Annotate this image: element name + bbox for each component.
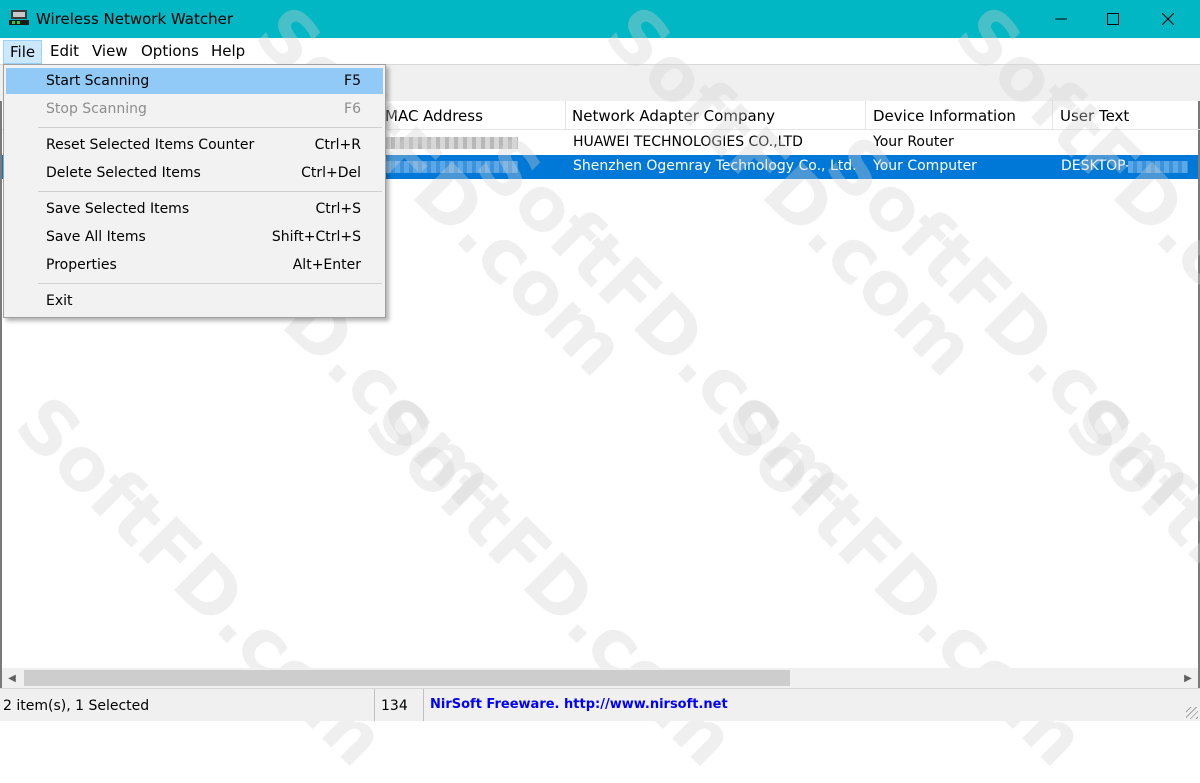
scroll-right-arrow-icon[interactable]: ▶: [1178, 668, 1198, 688]
minimize-button[interactable]: [1038, 0, 1084, 38]
status-segment: 2 item(s), 1 Selected: [0, 689, 375, 721]
minimize-icon: [1055, 18, 1067, 20]
menu-bar: File Edit View Options Help: [0, 38, 1200, 64]
window-title: Wireless Network Watcher: [36, 10, 234, 28]
title-bar: Wireless Network Watcher: [0, 0, 1200, 38]
company-cell: HUAWEI TECHNOLOGIES CO.,LTD: [573, 134, 803, 150]
column-separator[interactable]: [565, 101, 566, 129]
menu-item-exit[interactable]: Exit: [6, 288, 383, 314]
horizontal-scrollbar[interactable]: ◀ ▶: [0, 668, 1200, 688]
menu-item-shortcut: Ctrl+S: [315, 201, 361, 217]
column-header-company[interactable]: Network Adapter Company: [572, 107, 775, 125]
menu-item-label: Save All Items: [46, 229, 146, 245]
menu-item-reset-counter[interactable]: Reset Selected Items Counter Ctrl+R: [6, 132, 383, 158]
menu-options[interactable]: Options: [141, 42, 199, 60]
menu-item-delete-selected[interactable]: Delete Selected Items Ctrl+Del: [6, 160, 383, 186]
menu-item-label: Start Scanning: [46, 73, 150, 89]
close-button[interactable]: [1145, 0, 1191, 38]
menu-view[interactable]: View: [92, 42, 128, 60]
column-header-user-text[interactable]: User Text: [1060, 107, 1129, 125]
menu-separator: [38, 191, 382, 192]
status-segment: 134: [375, 689, 424, 721]
column-header-mac[interactable]: MAC Address: [385, 107, 483, 125]
maximize-icon: [1107, 13, 1119, 25]
redacted-mac-address: [386, 161, 518, 173]
menu-item-shortcut: Ctrl+Del: [301, 165, 361, 181]
menu-edit[interactable]: Edit: [50, 42, 79, 60]
scroll-thumb[interactable]: [24, 670, 790, 686]
menu-file[interactable]: File: [3, 40, 43, 64]
status-items-count: 2 item(s), 1 Selected: [3, 698, 150, 714]
redacted-mac-address: [386, 137, 518, 149]
menu-separator: [38, 127, 382, 128]
status-bar: 2 item(s), 1 Selected 134 NirSoft Freewa…: [0, 688, 1200, 721]
status-number: 134: [381, 698, 408, 714]
nirsoft-link[interactable]: NirSoft Freeware. http://www.nirsoft.net: [430, 697, 728, 712]
menu-separator: [38, 283, 382, 284]
device-info-cell: Your Router: [873, 134, 954, 150]
menu-item-shortcut: Alt+Enter: [292, 257, 361, 273]
menu-item-label: Reset Selected Items Counter: [46, 137, 255, 153]
company-cell: Shenzhen Ogemray Technology Co., Ltd.: [573, 158, 857, 174]
app-icon: [9, 8, 31, 28]
close-icon: [1162, 13, 1174, 25]
menu-item-shortcut: F5: [344, 73, 361, 89]
maximize-button[interactable]: [1090, 0, 1136, 38]
column-separator[interactable]: [865, 101, 866, 129]
menu-item-label: Delete Selected Items: [46, 165, 201, 181]
menu-help[interactable]: Help: [211, 42, 245, 60]
menu-item-start-scanning[interactable]: Start Scanning F5: [6, 68, 383, 94]
resize-grip-icon[interactable]: [1186, 707, 1198, 719]
user-text-cell: DESKTOP-: [1061, 158, 1131, 174]
scroll-left-arrow-icon[interactable]: ◀: [2, 668, 22, 688]
menu-item-shortcut: Ctrl+R: [314, 137, 361, 153]
menu-item-shortcut: Shift+Ctrl+S: [271, 229, 361, 245]
column-separator[interactable]: [1052, 101, 1053, 129]
file-menu-dropdown: Start Scanning F5 Stop Scanning F6 Reset…: [3, 64, 386, 318]
column-header-device-info[interactable]: Device Information: [873, 107, 1016, 125]
menu-item-label: Exit: [46, 293, 73, 309]
menu-item-label: Save Selected Items: [46, 201, 190, 217]
device-info-cell: Your Computer: [873, 158, 977, 174]
menu-item-save-selected[interactable]: Save Selected Items Ctrl+S: [6, 196, 383, 222]
menu-item-shortcut: F6: [344, 101, 361, 117]
redacted-computer-name: [1128, 161, 1188, 173]
menu-item-save-all[interactable]: Save All Items Shift+Ctrl+S: [6, 224, 383, 250]
menu-item-properties[interactable]: Properties Alt+Enter: [6, 252, 383, 278]
menu-item-label: Properties: [46, 257, 117, 273]
menu-item-label: Stop Scanning: [46, 101, 147, 117]
menu-item-stop-scanning: Stop Scanning F6: [6, 96, 383, 122]
